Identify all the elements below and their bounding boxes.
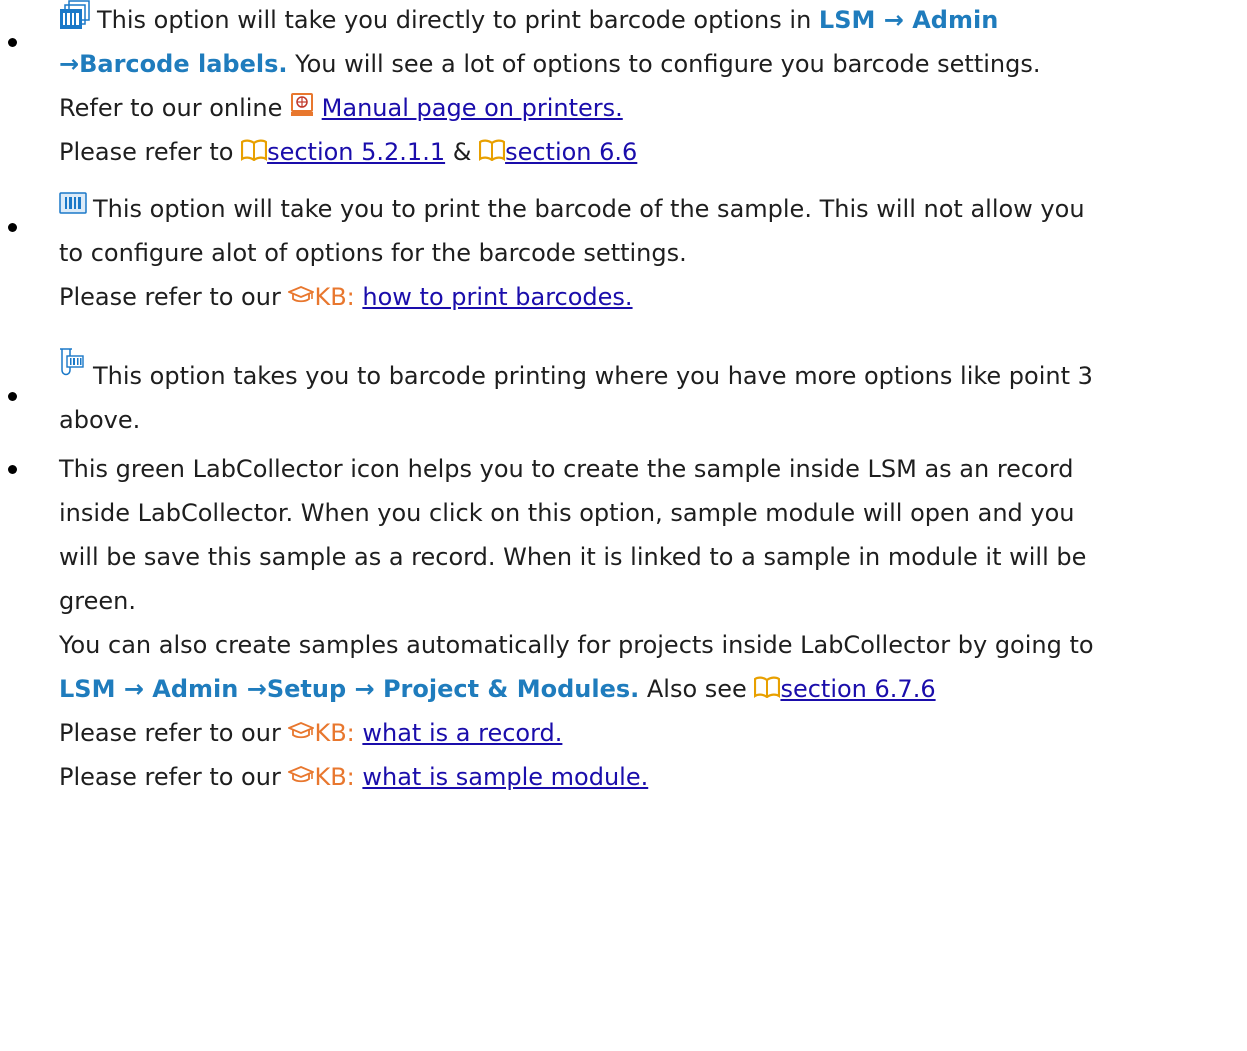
line: Refer to our online Manual page on print… xyxy=(59,86,1237,130)
kb-label: KB: xyxy=(314,283,363,311)
refer-prefix: Please refer to our xyxy=(59,719,289,747)
section-5-2-1-1-link[interactable]: section 5.2.1.1 xyxy=(267,138,445,166)
list-item-barcode-admin: This option will take you directly to pr… xyxy=(0,0,1247,174)
section-6-7-6-link[interactable]: section 6.7.6 xyxy=(780,675,935,703)
list-item-barcode-print: This option will take you to print the b… xyxy=(0,187,1247,319)
kb-label: KB: xyxy=(314,719,363,747)
list-item-labcollector-record: This green LabCollector icon helps you t… xyxy=(0,447,1247,799)
line: above. xyxy=(59,398,1237,442)
globe-manual-icon xyxy=(290,93,314,117)
line: You can also create samples automaticall… xyxy=(59,623,1237,667)
line: Please refer to our KB: how to print bar… xyxy=(59,275,1237,319)
graduation-cap-icon xyxy=(288,765,315,785)
kb-label: KB: xyxy=(314,763,363,791)
refer-prefix: Please refer to our xyxy=(59,283,289,311)
barcode-labels-path: →Barcode labels. xyxy=(59,50,288,78)
line: to configure alot of options for the bar… xyxy=(59,231,1237,275)
book-icon xyxy=(479,139,506,161)
barcode-admin-icon[interactable] xyxy=(59,0,91,30)
item1-text-2: You will see a lot of options to configu… xyxy=(287,50,1041,78)
item4-text-5: You can also create samples automaticall… xyxy=(59,631,1094,659)
refer-prefix: Please refer to our xyxy=(59,763,289,791)
bullet xyxy=(8,465,17,474)
item1-text: This option will take you directly to pr… xyxy=(97,6,819,34)
line: This option will take you to print the b… xyxy=(59,187,1237,231)
line: inside LabCollector. When you click on t… xyxy=(59,491,1237,535)
line: This green LabCollector icon helps you t… xyxy=(59,447,1237,491)
what-is-sample-module-kb-link[interactable]: what is sample module. xyxy=(362,763,648,791)
print-barcodes-kb-link[interactable]: how to print barcodes. xyxy=(362,283,632,311)
refer-prefix: Refer to our online xyxy=(59,94,291,122)
item2-text: This option will take you to print the b… xyxy=(93,195,1085,223)
ampersand: & xyxy=(445,138,480,166)
lsm-admin-path: LSM → Admin xyxy=(818,6,999,34)
book-icon xyxy=(241,139,268,161)
tube-barcode-icon[interactable] xyxy=(59,348,85,378)
barcode-print-icon[interactable] xyxy=(59,192,87,214)
bullet xyxy=(8,223,17,232)
graduation-cap-icon xyxy=(288,721,315,741)
line: Please refer to our KB: what is a record… xyxy=(59,711,1237,755)
bullet xyxy=(8,392,17,401)
item4-text-2: inside LabCollector. When you click on t… xyxy=(59,499,1075,527)
line: will be save this sample as a record. Wh… xyxy=(59,535,1237,579)
lsm-setup-path: LSM → Admin →Setup → Project & Modules. xyxy=(59,675,640,703)
line: This option will take you directly to pr… xyxy=(59,0,1237,42)
line: Please refer to our KB: what is sample m… xyxy=(59,755,1237,799)
book-icon xyxy=(754,676,781,698)
bullet xyxy=(8,38,17,47)
line: →Barcode labels. You will see a lot of o… xyxy=(59,42,1237,86)
graduation-cap-icon xyxy=(288,285,315,305)
refer-prefix: Please refer to xyxy=(59,138,242,166)
item4-text-3: will be save this sample as a record. Wh… xyxy=(59,543,1087,571)
item2-text-2: to configure alot of options for the bar… xyxy=(59,239,687,267)
section-6-6-link[interactable]: section 6.6 xyxy=(505,138,637,166)
instructions-list: This option will take you directly to pr… xyxy=(0,0,1247,799)
item3-text-2: above. xyxy=(59,406,141,434)
also-see-text: Also see xyxy=(639,675,755,703)
what-is-record-kb-link[interactable]: what is a record. xyxy=(362,719,562,747)
item4-text-1: This green LabCollector icon helps you t… xyxy=(59,455,1074,483)
line: LSM → Admin →Setup → Project & Modules. … xyxy=(59,667,1237,711)
line: This option takes you to barcode printin… xyxy=(59,348,1237,398)
line: Please refer to section 5.2.1.1 & sectio… xyxy=(59,130,1237,174)
item3-text: This option takes you to barcode printin… xyxy=(93,362,1093,390)
item4-text-4: green. xyxy=(59,587,136,615)
manual-printers-link[interactable]: Manual page on printers. xyxy=(322,94,623,122)
line: green. xyxy=(59,579,1237,623)
list-item-tube-barcode: This option takes you to barcode printin… xyxy=(0,348,1247,442)
